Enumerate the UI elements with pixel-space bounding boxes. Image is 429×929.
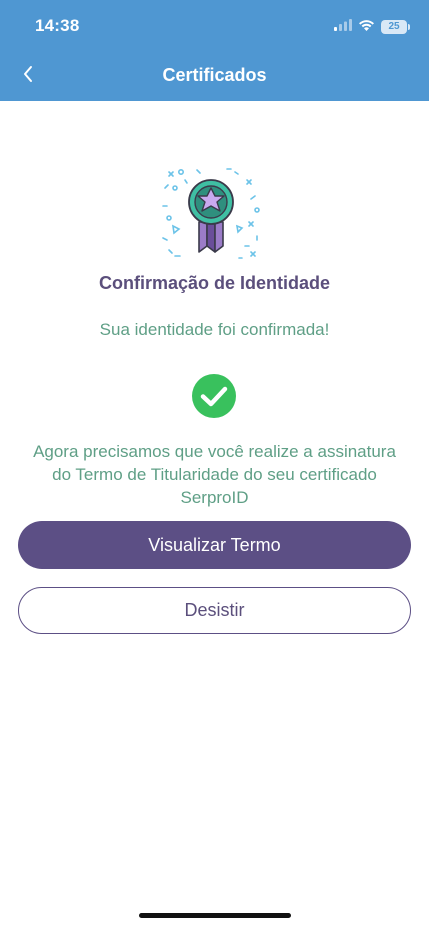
screen: 14:38 25 Certificados Confirmação de Ide… (0, 0, 429, 929)
wifi-icon (358, 18, 375, 36)
app-header: 14:38 25 Certificados (0, 0, 429, 101)
page-title: Certificados (162, 65, 267, 85)
view-term-button[interactable]: Visualizar Termo (18, 521, 411, 569)
check-circle-icon (192, 374, 236, 418)
status-time: 14:38 (35, 16, 80, 35)
confirmation-subtitle: Sua identidade foi confirmada! (99, 320, 330, 339)
home-indicator[interactable] (139, 913, 291, 918)
give-up-button[interactable]: Desistir (18, 587, 411, 634)
confirmation-title: Confirmação de Identidade (98, 273, 331, 293)
signal-icon (334, 18, 352, 36)
certificate-ribbon-icon (161, 166, 263, 262)
battery-icon: 25 (381, 20, 410, 34)
status-icons: 25 (334, 18, 410, 36)
instruction-message: Agora precisamos que você realize a assi… (33, 442, 396, 507)
status-bar: 14:38 25 (0, 0, 429, 52)
nav-bar: Certificados (0, 52, 429, 101)
